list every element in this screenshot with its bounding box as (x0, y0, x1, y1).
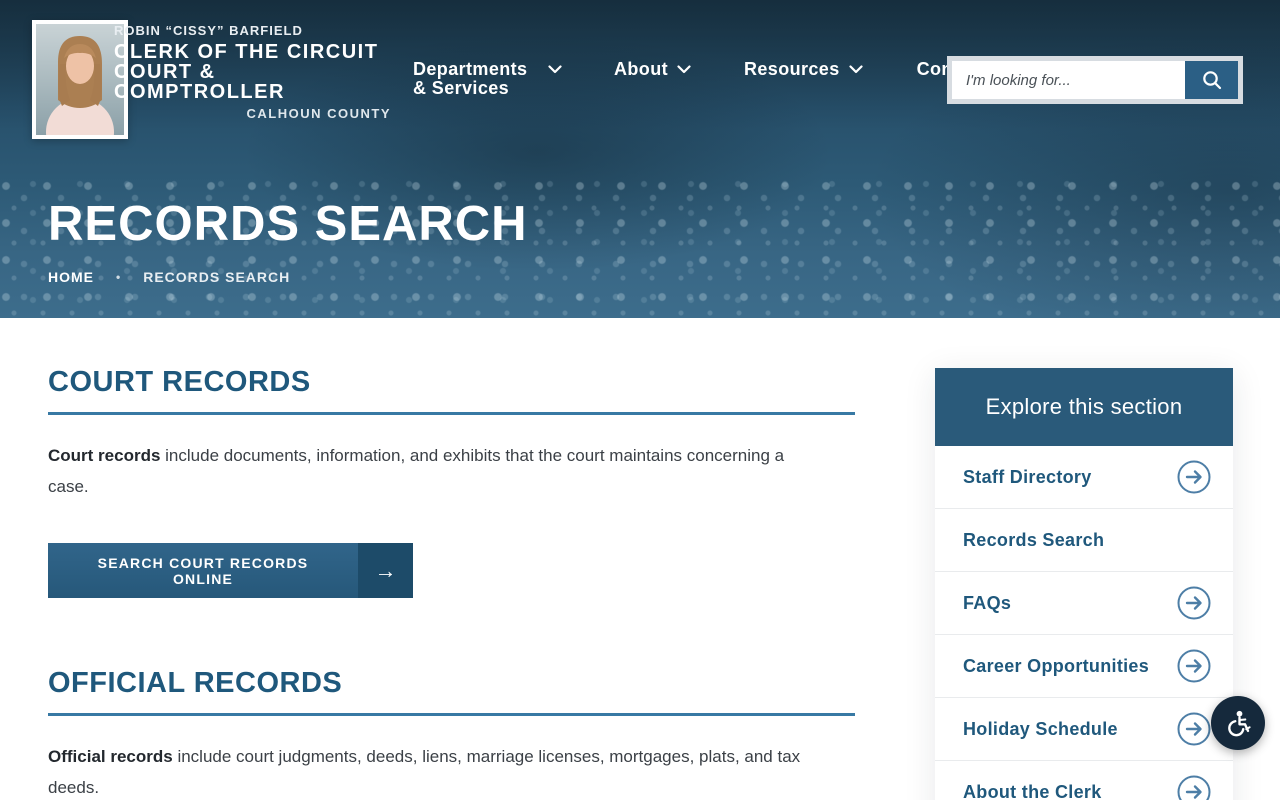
circle-arrow-icon (1177, 775, 1211, 800)
circle-arrow-icon (1177, 586, 1211, 620)
sidebar-item-staff-directory[interactable]: Staff Directory (935, 446, 1233, 509)
official-records-lead: Official records (48, 747, 173, 766)
heading-rule (48, 412, 855, 415)
court-records-lead: Court records (48, 446, 161, 465)
sidebar-item-records-search[interactable]: Records Search (935, 509, 1233, 572)
chevron-down-icon (677, 65, 691, 74)
nav-resources[interactable]: Resources (744, 60, 863, 79)
sidebar-heading: Explore this section (935, 368, 1233, 446)
official-records-heading: OFFICIAL RECORDS (48, 667, 343, 699)
chevron-down-icon (849, 65, 863, 74)
site-county: CALHOUN COUNTY (246, 106, 391, 121)
clerk-name: ROBIN “CISSY” BARFIELD (114, 23, 303, 38)
search-court-records-button[interactable]: SEARCH COURT RECORDS ONLINE → (48, 543, 413, 598)
nav-about[interactable]: About (614, 60, 691, 79)
breadcrumb-separator: • (116, 270, 122, 284)
court-records-description: Court records include documents, informa… (48, 440, 813, 502)
site-title-line1: CLERK OF THE CIRCUIT (114, 41, 379, 63)
official-records-description: Official records include court judgments… (48, 741, 813, 800)
sidebar-list: Staff Directory Records Search FAQs Care… (935, 446, 1233, 800)
search-input[interactable] (952, 61, 1185, 99)
page-title: RECORDS SEARCH (48, 197, 528, 251)
hero-banner: ROBIN “CISSY” BARFIELD CLERK OF THE CIRC… (0, 0, 1280, 318)
sidebar-item-career-opportunities[interactable]: Career Opportunities (935, 635, 1233, 698)
search-button[interactable] (1185, 61, 1238, 99)
court-records-section: COURT RECORDS Court records include docu… (48, 366, 855, 598)
court-records-heading: COURT RECORDS (48, 366, 311, 398)
content-column: COURT RECORDS Court records include docu… (48, 366, 855, 800)
circle-arrow-icon (1177, 712, 1211, 746)
accessibility-widget-button[interactable] (1211, 696, 1265, 750)
sidebar-item-faqs[interactable]: FAQs (935, 572, 1233, 635)
breadcrumb-current: RECORDS SEARCH (143, 269, 291, 285)
sidebar-item-holiday-schedule[interactable]: Holiday Schedule (935, 698, 1233, 761)
site-title-block[interactable]: ROBIN “CISSY” BARFIELD CLERK OF THE CIRC… (114, 23, 391, 121)
circle-arrow-icon (1177, 649, 1211, 683)
explore-sidebar: Explore this section Staff Directory Rec… (935, 368, 1233, 800)
accessibility-wheelchair-icon (1228, 710, 1251, 737)
search-icon (1202, 71, 1221, 90)
chevron-down-icon (548, 65, 562, 74)
nav-departments-services[interactable]: Departments & Services (413, 60, 562, 98)
main-navigation: Departments & Services About Resources C… (413, 60, 986, 98)
portrait-image (36, 24, 124, 135)
sidebar-item-about-the-clerk[interactable]: About the Clerk (935, 761, 1233, 800)
circle-arrow-icon (1177, 460, 1211, 494)
heading-rule (48, 713, 855, 716)
site-search (947, 56, 1243, 104)
site-title-line2: COURT & COMPTROLLER (114, 61, 285, 103)
arrow-right-icon: → (358, 543, 413, 598)
breadcrumb: HOME • RECORDS SEARCH (48, 269, 290, 285)
cta-label: SEARCH COURT RECORDS ONLINE (48, 543, 358, 598)
official-records-section: OFFICIAL RECORDS Official records includ… (48, 667, 855, 800)
breadcrumb-home-link[interactable]: HOME (48, 269, 94, 285)
